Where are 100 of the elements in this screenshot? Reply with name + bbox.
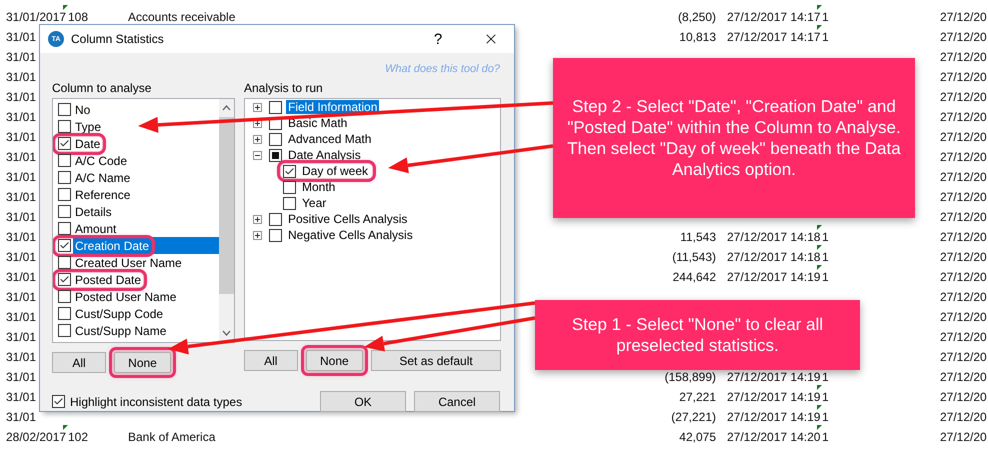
list-item[interactable]: Amount: [53, 220, 219, 237]
table-cell: 1: [820, 390, 829, 404]
tree-item[interactable]: Day of week: [300, 164, 370, 178]
checkbox[interactable]: [269, 228, 282, 242]
scroll-up-icon[interactable]: [222, 105, 231, 111]
list-item[interactable]: Reference: [53, 186, 219, 203]
table-cell: 27/12/20: [940, 210, 987, 224]
list-item[interactable]: Date: [53, 135, 219, 152]
checkbox[interactable]: [58, 205, 71, 218]
table-cell: 1: [820, 270, 829, 284]
table-cell: 28/02/2017: [6, 430, 66, 444]
table-cell: 31/01: [6, 350, 36, 364]
checkbox[interactable]: [58, 120, 71, 133]
table-cell: 27/12/20: [940, 250, 987, 264]
error-marker-icon: [817, 25, 822, 30]
checkbox[interactable]: [269, 132, 282, 146]
tree-item[interactable]: Advanced Math: [286, 132, 374, 146]
table-cell: 27,221: [679, 390, 716, 404]
list-item[interactable]: Creation Date: [53, 237, 219, 254]
table-cell: 27/12/20: [940, 290, 987, 304]
table-cell: 27/12/2017 14:18: [727, 230, 820, 244]
dialog-button[interactable]: All: [244, 350, 298, 371]
checkbox[interactable]: [269, 148, 282, 162]
list-item[interactable]: Details: [53, 203, 219, 220]
table-cell: 27/12/2017 14:20: [727, 430, 820, 444]
checkbox[interactable]: [283, 180, 296, 194]
list-item[interactable]: Type: [53, 118, 219, 135]
tree-item[interactable]: Negative Cells Analysis: [286, 228, 415, 242]
list-item[interactable]: Posted User Name: [53, 288, 219, 305]
table-cell: 1: [820, 230, 829, 244]
checkbox[interactable]: [58, 222, 71, 235]
error-marker-icon: [63, 425, 68, 430]
tree-item[interactable]: Date Analysis: [286, 148, 363, 162]
checkbox[interactable]: [58, 307, 71, 320]
dialog-button[interactable]: All: [52, 352, 106, 373]
checkbox[interactable]: [58, 171, 71, 184]
table-cell: 31/01: [6, 110, 36, 124]
checkbox[interactable]: [58, 188, 71, 201]
checkbox[interactable]: [58, 239, 71, 252]
checkbox[interactable]: [269, 100, 282, 114]
tree-item[interactable]: Year: [300, 196, 328, 210]
expand-icon[interactable]: [253, 134, 262, 144]
table-cell: 31/01: [6, 50, 36, 64]
checkbox[interactable]: [283, 196, 296, 210]
expand-icon[interactable]: [253, 214, 262, 224]
table-cell: 108: [66, 10, 88, 24]
list-item[interactable]: No: [53, 101, 219, 118]
table-cell: 31/01: [6, 30, 36, 44]
checkbox[interactable]: [58, 290, 71, 303]
tree-item[interactable]: Basic Math: [286, 116, 350, 130]
scroll-thumb[interactable]: [219, 117, 234, 294]
checkbox[interactable]: [58, 137, 71, 150]
tree-item[interactable]: Positive Cells Analysis: [286, 212, 410, 226]
callout: Step 2 - Select "Date", "Creation Date" and "Posted Date" within the Column to Analyse. Then select "Day of week" beneath the Data Analytics option.: [553, 58, 915, 218]
table-cell: 27/12/20: [940, 370, 987, 384]
list-item[interactable]: Posted Date: [53, 271, 219, 288]
dialog-button[interactable]: Set as default: [371, 350, 501, 371]
list-item[interactable]: A/C Code: [53, 152, 219, 169]
list-item[interactable]: A/C Name: [53, 169, 219, 186]
table-cell: 27/12/20: [940, 410, 987, 424]
checkbox[interactable]: [58, 324, 71, 337]
checkbox[interactable]: [58, 273, 71, 286]
table-cell: 27/12/20: [940, 30, 987, 44]
collapse-icon[interactable]: [253, 150, 262, 160]
list-item[interactable]: Cust/Supp Name: [53, 322, 219, 339]
scrollbar[interactable]: [219, 99, 234, 342]
checkbox[interactable]: [269, 212, 282, 226]
checkbox[interactable]: [58, 256, 71, 269]
tree-item[interactable]: Month: [300, 180, 338, 194]
table-cell: 1: [820, 250, 829, 264]
list-item[interactable]: Cust/Supp Code: [53, 305, 219, 322]
table-cell: (11,543): [672, 250, 716, 264]
cancel-button[interactable]: Cancel: [414, 391, 500, 412]
table-cell: 27/12/2017 14:17: [727, 10, 820, 24]
table-cell: 27/12/20: [940, 350, 987, 364]
checkbox[interactable]: [283, 164, 296, 178]
table-cell: 27/12/2017 14:19: [727, 390, 820, 404]
table-cell: 1: [820, 30, 829, 44]
table-cell: 31/01: [6, 90, 36, 104]
ok-button[interactable]: OK: [320, 391, 406, 412]
table-cell: 27/12/2017 14:19: [727, 270, 820, 284]
group-label: Column to analyse: [52, 81, 152, 95]
error-marker-icon: [63, 5, 68, 10]
checkbox[interactable]: [58, 103, 71, 116]
scroll-down-icon[interactable]: [222, 330, 231, 336]
checkbox[interactable]: [58, 154, 71, 167]
expand-icon[interactable]: [253, 102, 262, 112]
list-item[interactable]: Created User Name: [53, 254, 219, 271]
tree-item[interactable]: Field Information: [286, 100, 380, 114]
table-cell: 31/01/2017: [6, 10, 66, 24]
group-label: Analysis to run: [244, 81, 324, 95]
table-cell: 31/01: [6, 390, 36, 404]
expand-icon[interactable]: [253, 230, 262, 240]
table-cell: 27/12/20: [940, 90, 987, 104]
table-cell: 27/12/20: [940, 130, 987, 144]
table-cell: (8,250): [678, 10, 716, 24]
checkbox[interactable]: [52, 395, 65, 408]
help-button[interactable]: ?: [415, 25, 461, 53]
table-cell: 42,075: [679, 430, 716, 444]
table-cell: 27/12/2017 14:19: [727, 370, 820, 384]
